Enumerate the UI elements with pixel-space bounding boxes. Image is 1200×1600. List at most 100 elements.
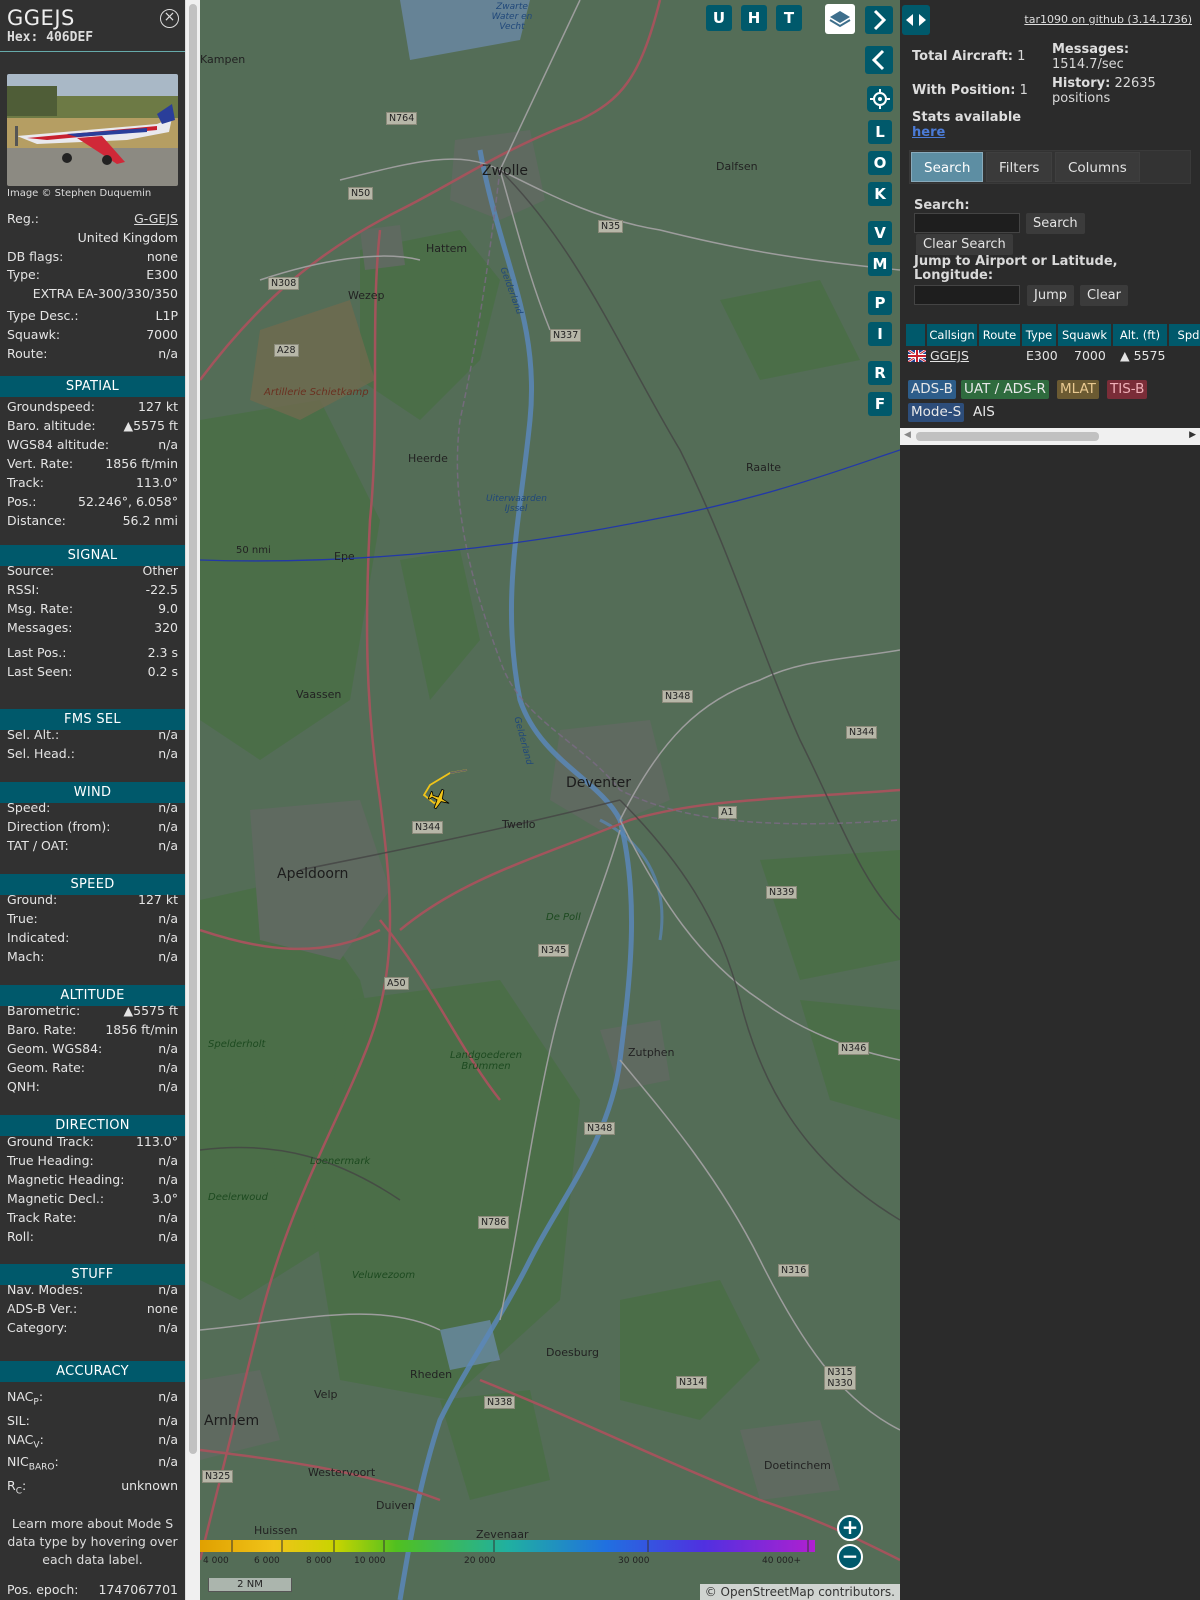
expand-right-button[interactable] xyxy=(865,6,893,34)
accuracy-row-label[interactable]: RC: xyxy=(7,1477,26,1501)
direction-row-label[interactable]: Magnetic Heading: xyxy=(7,1171,124,1188)
wind-row-label[interactable]: Speed: xyxy=(7,799,50,816)
stuff-row-label[interactable]: Nav. Modes: xyxy=(7,1281,83,1298)
col-altitude[interactable]: Alt. (ft) xyxy=(1113,324,1168,346)
table-hscroll-thumb[interactable] xyxy=(916,432,1099,441)
spatial-row-label[interactable]: WGS84 altitude: xyxy=(7,436,109,453)
spatial-row-label[interactable]: Vert. Rate: xyxy=(7,455,73,472)
jump-button[interactable]: Jump xyxy=(1027,285,1074,306)
direction-row-label[interactable]: True Heading: xyxy=(7,1152,94,1169)
info-scrollbar[interactable] xyxy=(185,0,200,1600)
col-route[interactable]: Route xyxy=(979,324,1021,346)
stats-link[interactable]: here xyxy=(912,125,945,140)
pos-epoch-label[interactable]: Pos. epoch: xyxy=(7,1581,78,1598)
expand-left-button[interactable] xyxy=(865,46,893,74)
map-button-f[interactable]: F xyxy=(868,392,892,416)
search-input[interactable] xyxy=(914,213,1020,233)
basic-row-label[interactable]: DB flags: xyxy=(7,248,63,265)
fms-row-label[interactable]: Sel. Alt.: xyxy=(7,726,59,743)
col-squawk[interactable]: Squawk xyxy=(1058,324,1112,346)
scroll-left-icon[interactable]: ◀ xyxy=(904,430,911,440)
tab-filters[interactable]: Filters xyxy=(986,152,1053,182)
basic-row-label[interactable]: Reg.: xyxy=(7,210,39,227)
layer-button-h[interactable]: H xyxy=(741,5,767,31)
jump-input[interactable] xyxy=(914,285,1020,305)
map-button-m[interactable]: M xyxy=(868,252,892,276)
github-link[interactable]: tar1090 on github (3.14.1736) xyxy=(1024,13,1192,26)
altitude-row-label[interactable]: Geom. WGS84: xyxy=(7,1040,102,1057)
basic-row-label[interactable]: Squawk: xyxy=(7,326,60,343)
spatial-row-label[interactable]: Groundspeed: xyxy=(7,398,95,415)
spatial-row-label[interactable]: Distance: xyxy=(7,512,66,529)
signal-row-label[interactable]: Last Seen: xyxy=(7,663,72,680)
layers-button[interactable] xyxy=(825,4,855,34)
settings-button[interactable] xyxy=(867,86,893,112)
map-button-o[interactable]: O xyxy=(868,151,892,175)
direction-row-label[interactable]: Track Rate: xyxy=(7,1209,77,1226)
map-button-p[interactable]: P xyxy=(868,291,892,315)
signal-row-label[interactable]: Last Pos.: xyxy=(7,644,66,661)
accuracy-row-label[interactable]: NACP: xyxy=(7,1388,43,1412)
map-button-v[interactable]: V xyxy=(868,221,892,245)
signal-row-label[interactable]: RSSI: xyxy=(7,581,39,598)
accuracy-row-label[interactable]: NACV: xyxy=(7,1431,44,1455)
col-callsign[interactable]: Callsign xyxy=(927,324,978,346)
spatial-row-label[interactable]: Baro. altitude: xyxy=(7,417,96,434)
altitude-row-label[interactable]: Baro. Rate: xyxy=(7,1021,76,1038)
map-button-l[interactable]: L xyxy=(868,120,892,144)
aircraft-photo[interactable] xyxy=(7,74,178,186)
clear-button[interactable]: Clear xyxy=(1080,285,1128,306)
scroll-right-icon[interactable]: ▶ xyxy=(1189,430,1196,440)
layer-button-t[interactable]: T xyxy=(776,5,802,31)
col-speed[interactable]: Spd xyxy=(1169,324,1200,346)
spatial-row-label[interactable]: Pos.: xyxy=(7,493,36,510)
col-flag[interactable] xyxy=(906,324,926,346)
speed-row-label[interactable]: Indicated: xyxy=(7,929,69,946)
table-hscrollbar[interactable]: ◀ ▶ xyxy=(900,428,1200,445)
section-accuracy[interactable]: ACCURACY xyxy=(0,1361,185,1382)
map-button-i[interactable]: I xyxy=(868,322,892,346)
wind-row-label[interactable]: Direction (from): xyxy=(7,818,111,835)
row-callsign[interactable]: GGEJS xyxy=(930,346,969,366)
altitude-row-label[interactable]: Barometric: xyxy=(7,1002,80,1019)
speed-row-label[interactable]: True: xyxy=(7,910,38,927)
direction-row-label[interactable]: Ground Track: xyxy=(7,1133,94,1150)
speed-row-label[interactable]: Mach: xyxy=(7,948,44,965)
map-button-r[interactable]: R xyxy=(868,361,892,385)
tab-columns[interactable]: Columns xyxy=(1055,152,1140,182)
wind-row-label[interactable]: TAT / OAT: xyxy=(7,837,69,854)
signal-row-label[interactable]: Msg. Rate: xyxy=(7,600,73,617)
layer-button-u[interactable]: U xyxy=(706,5,732,31)
direction-row-label[interactable]: Magnetic Decl.: xyxy=(7,1190,104,1207)
map[interactable]: Kampen Zwolle Dalfsen Hattem Wezep Heerd… xyxy=(200,0,900,1600)
info-scrollbar-thumb[interactable] xyxy=(189,4,197,1454)
stuff-row-label[interactable]: ADS-B Ver.: xyxy=(7,1300,77,1317)
aircraft-marker-icon[interactable] xyxy=(427,787,451,811)
basic-row-label[interactable]: Route: xyxy=(7,345,48,362)
stuff-row-label[interactable]: Category: xyxy=(7,1319,67,1336)
tab-search[interactable]: Search xyxy=(911,152,984,182)
fms-row-label[interactable]: Sel. Head.: xyxy=(7,745,75,762)
altitude-row-label[interactable]: Geom. Rate: xyxy=(7,1059,85,1076)
speed-row-label[interactable]: Ground: xyxy=(7,891,57,908)
map-attribution[interactable]: © OpenStreetMap contributors. xyxy=(699,1584,900,1600)
altitude-row-label[interactable]: QNH: xyxy=(7,1078,40,1095)
map-button-k[interactable]: K xyxy=(868,182,892,206)
spatial-row-label[interactable]: Track: xyxy=(7,474,44,491)
zoom-in-button[interactable]: + xyxy=(837,1515,863,1541)
signal-row-label[interactable]: Messages: xyxy=(7,619,73,636)
basic-row-value[interactable]: G-GEJS xyxy=(134,210,178,227)
section-spatial[interactable]: SPATIAL xyxy=(0,376,185,397)
signal-row-label[interactable]: Source: xyxy=(7,562,54,579)
accuracy-row-label[interactable]: NICBARO: xyxy=(7,1453,59,1477)
direction-row-label[interactable]: Roll: xyxy=(7,1228,34,1245)
col-type[interactable]: Type xyxy=(1022,324,1057,346)
map-label-hattem: Hattem xyxy=(426,242,468,255)
clear-search-button[interactable]: Clear Search xyxy=(916,234,1013,255)
zoom-out-button[interactable]: − xyxy=(837,1544,863,1570)
toggle-sidebar-button[interactable] xyxy=(902,5,930,35)
basic-row-label[interactable]: Type Desc.: xyxy=(7,307,79,324)
close-icon[interactable]: × xyxy=(160,9,179,28)
basic-row-label[interactable]: Type: xyxy=(7,266,40,283)
search-button[interactable]: Search xyxy=(1026,213,1085,234)
